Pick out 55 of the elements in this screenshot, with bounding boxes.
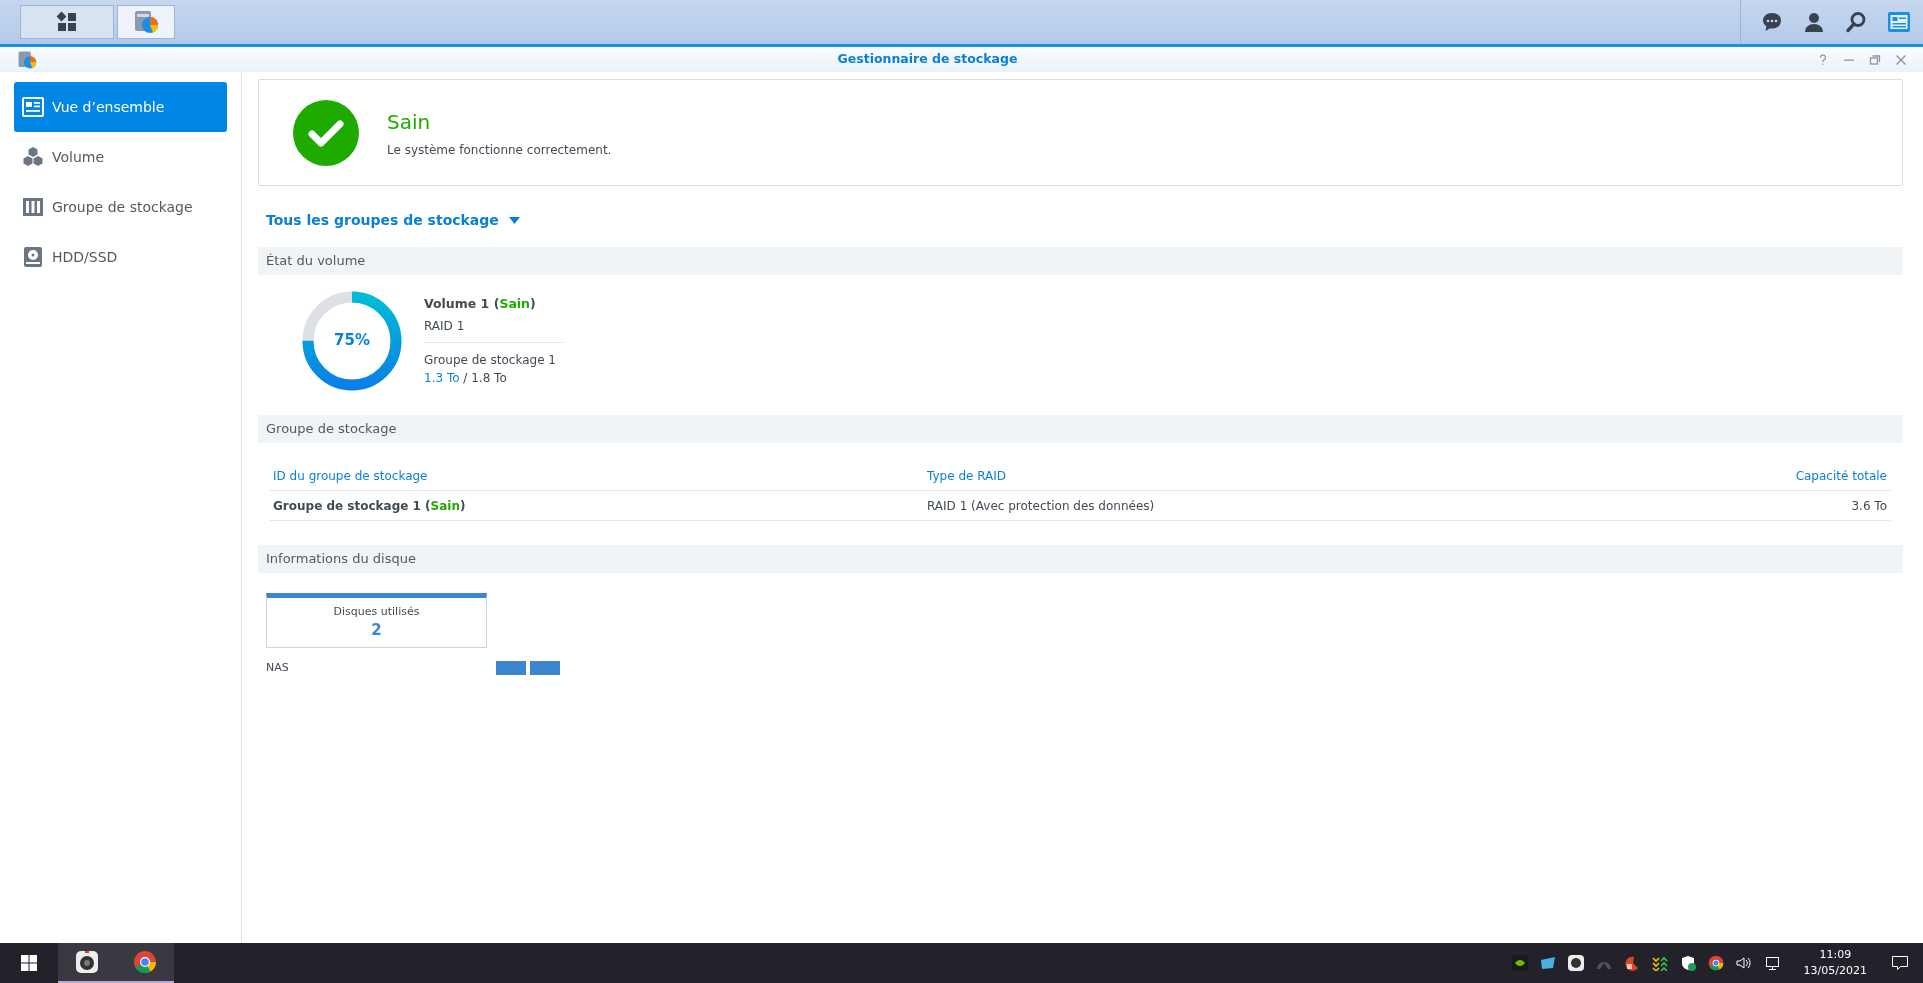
section-header: Groupe de stockage (258, 415, 1903, 443)
chat-icon[interactable] (1761, 11, 1783, 33)
notification-icon[interactable] (1891, 954, 1909, 972)
tray-app-icon[interactable] (1651, 955, 1668, 971)
volume-name: Volume 1 (Sain) (424, 294, 537, 313)
shield-icon[interactable] (1679, 955, 1696, 971)
drive-bay-icon[interactable] (22, 196, 44, 218)
raid-level: RAID 1 (424, 317, 564, 344)
tray-app-icon[interactable] (1623, 955, 1640, 971)
table-cell-text: Groupe de stockage 1 (Sain) (273, 497, 467, 515)
usage-percent: 75% (333, 330, 371, 351)
user-icon[interactable] (1803, 11, 1825, 33)
network-icon[interactable] (1763, 955, 1780, 971)
storage-chart-icon[interactable] (132, 8, 160, 36)
sidebar-item[interactable]: Groupe de stockage (14, 182, 227, 232)
clock-time[interactable]: 11:09 (1803, 947, 1867, 963)
column-header: Type de RAID (927, 467, 1008, 485)
section-header: Informations du disque (258, 545, 1903, 573)
browser-app-icon[interactable] (133, 950, 157, 974)
tray-app-icon[interactable] (1539, 955, 1556, 971)
widgets-icon[interactable] (1887, 11, 1911, 33)
capacity-text: 1.3 To / 1.8 To (424, 370, 508, 388)
column-header: Capacité totale (1795, 467, 1887, 485)
pool-filter-dropdown[interactable]: Tous les groupes de stockage (266, 210, 499, 231)
tray-app-icon[interactable] (1567, 955, 1584, 971)
health-message: Le système fonctionne correctement. (387, 141, 612, 159)
browser-app-icon[interactable] (1707, 955, 1724, 971)
table-cell-text: 3.6 To (1851, 497, 1887, 515)
table-cell: RAID 1 (Avec protection des données) (927, 498, 1155, 513)
windows-start-icon[interactable] (21, 955, 37, 971)
close-icon[interactable] (1895, 53, 1907, 66)
caret-icon[interactable] (508, 217, 520, 224)
health-status: Sain (387, 108, 432, 136)
cubes-icon[interactable] (22, 146, 44, 168)
section-header: État du volume (258, 247, 1903, 275)
disks-used-count: 2 (370, 620, 383, 639)
sidebar-item[interactable]: Vue d’ensemble (14, 82, 227, 132)
window-title: Gestionnaire de stockage (836, 50, 1019, 69)
id-card-icon[interactable] (22, 96, 44, 118)
check-circle-icon (293, 99, 359, 166)
disks-used-label: Disques utilisés (332, 604, 421, 620)
pool-name: Groupe de stockage 1 (424, 352, 557, 370)
tray-app-icon[interactable] (1511, 955, 1528, 971)
search-icon[interactable] (1845, 11, 1867, 33)
sidebar-item[interactable]: Volume (14, 132, 227, 182)
app-grid-icon[interactable] (56, 11, 78, 33)
help-icon[interactable] (1817, 53, 1829, 66)
speaker-icon[interactable] (1735, 955, 1752, 971)
camera-app-icon[interactable] (75, 950, 99, 974)
restore-icon[interactable] (1869, 53, 1881, 66)
clock-date[interactable]: 13/05/2021 (1803, 963, 1867, 979)
device-name: NAS (266, 660, 290, 676)
sidebar-item[interactable]: HDD/SSD (14, 232, 227, 282)
column-header: ID du groupe de stockage (273, 467, 429, 485)
storage-chart-icon (16, 49, 38, 70)
